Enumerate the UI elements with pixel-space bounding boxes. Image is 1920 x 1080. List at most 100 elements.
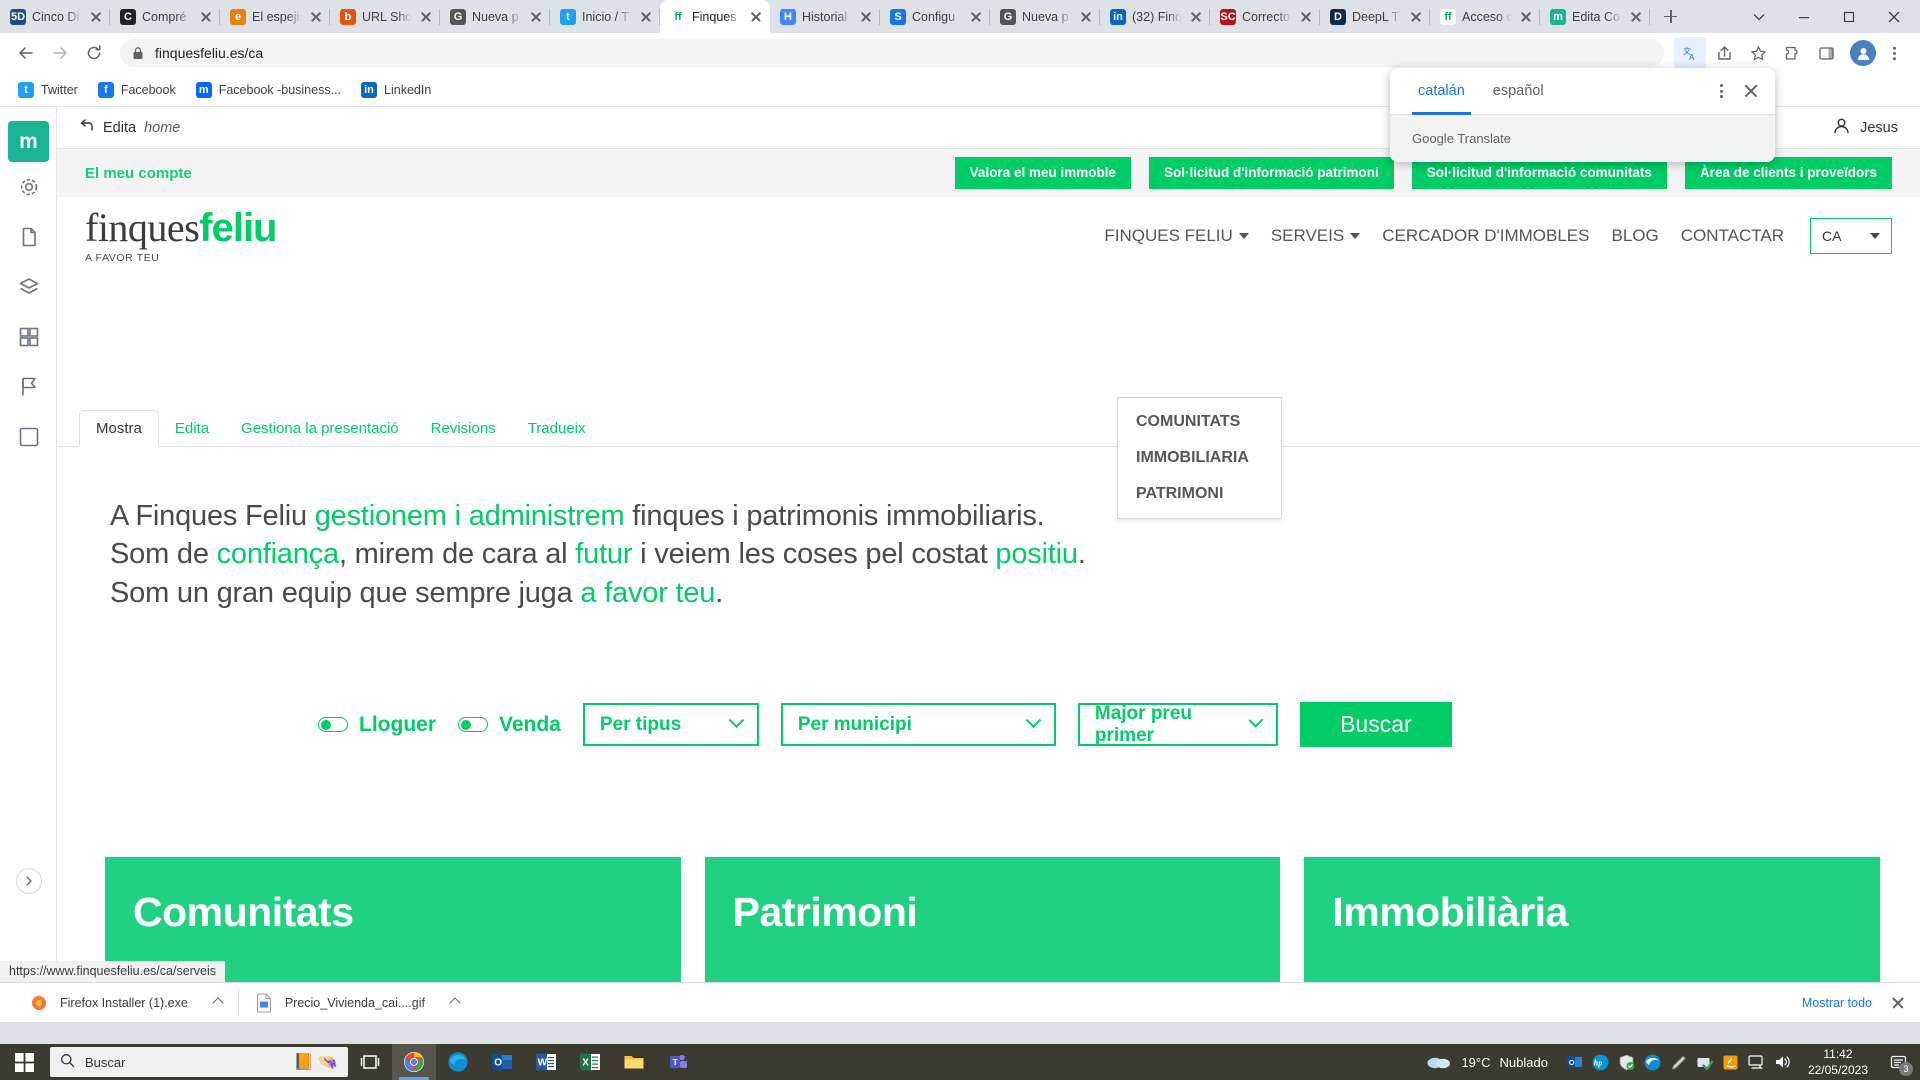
tab-close-button[interactable] [418, 9, 434, 25]
bookmark-item[interactable]: m Facebook -business... [188, 78, 349, 102]
new-tab-button[interactable] [1656, 2, 1684, 30]
menu-item-contactar[interactable]: CONTACTAR [1681, 226, 1784, 246]
shield-icon[interactable] [1614, 1044, 1640, 1080]
local-task-tradueix[interactable]: Tradueix [512, 411, 602, 446]
menu-item-blog[interactable]: BLOG [1611, 226, 1658, 246]
maximize-button[interactable] [1826, 1, 1871, 33]
translate-options-icon[interactable] [1711, 81, 1731, 101]
square-icon[interactable] [0, 412, 57, 462]
download-item-firefox[interactable]: Firefox Installer (1).exe [14, 983, 238, 1023]
bookmark-item[interactable]: in LinkedIn [353, 78, 439, 102]
notification-center-button[interactable]: 3 [1880, 1044, 1916, 1080]
local-task-revisions[interactable]: Revisions [415, 411, 512, 446]
local-task-edita[interactable]: Edita [159, 411, 225, 446]
browser-tab[interactable]: D DeepL T [1320, 0, 1430, 33]
extensions-icon[interactable] [1776, 37, 1808, 69]
select-municipi[interactable]: Per municipi [780, 703, 1056, 746]
edge-icon[interactable] [436, 1044, 480, 1080]
browser-tab[interactable]: SC Correcto [1210, 0, 1320, 33]
tab-close-button[interactable] [748, 9, 764, 25]
site-logo[interactable]: finquesfeliu A FAVOR TEU [85, 207, 335, 264]
gear-icon[interactable] [0, 162, 57, 212]
outlook-tray-icon[interactable]: O [1562, 1044, 1588, 1080]
java-icon[interactable] [1718, 1044, 1744, 1080]
menu-item-finques-feliu[interactable]: FINQUES FELIU [1104, 226, 1249, 246]
tab-close-button[interactable] [1628, 9, 1644, 25]
toggle-venda[interactable]: Venda [458, 713, 561, 737]
back-button[interactable] [10, 37, 42, 69]
toggle-switch-venda[interactable] [458, 717, 488, 732]
tab-close-button[interactable] [1188, 9, 1204, 25]
word-icon[interactable]: W [524, 1044, 568, 1080]
tab-close-button[interactable] [1518, 9, 1534, 25]
show-all-downloads-link[interactable]: Mostrar todo [1802, 996, 1872, 1010]
dropdown-item-comunitats[interactable]: COMUNITATS [1118, 404, 1281, 440]
edit-home-link[interactable]: Edita home [79, 118, 180, 138]
utility-button[interactable]: Valora el meu immoble [954, 157, 1131, 189]
sidepanel-icon[interactable] [1810, 37, 1842, 69]
browser-tab[interactable]: t Inicio / T [550, 0, 660, 33]
task-view-icon[interactable] [348, 1044, 392, 1080]
excel-icon[interactable]: X [568, 1044, 612, 1080]
my-account-link[interactable]: El meu compte [85, 165, 192, 182]
language-selector[interactable]: CA [1810, 218, 1892, 254]
service-card-immobiliria[interactable]: Immobiliària [1304, 857, 1881, 982]
toggle-lloguer[interactable]: Lloguer [318, 713, 436, 737]
file-icon[interactable] [0, 212, 57, 262]
browser-tab[interactable]: ff Acceso c [1430, 0, 1540, 33]
browser-tab[interactable]: C Compré [110, 0, 220, 33]
browser-tab[interactable]: m Edita Co [1540, 0, 1650, 33]
browser-tab[interactable]: ff Finques [660, 0, 770, 33]
grid-icon[interactable] [0, 312, 57, 362]
browser-tab[interactable]: in (32) Finq [1100, 0, 1210, 33]
explorer-icon[interactable] [612, 1044, 656, 1080]
search-button[interactable]: Buscar [1299, 702, 1452, 747]
close-download-shelf-icon[interactable] [1890, 995, 1906, 1011]
tab-close-button[interactable] [858, 9, 874, 25]
chrome-menu-button[interactable] [1878, 37, 1910, 69]
download-item-image[interactable]: Precio_Vivienda_cai....gif [239, 983, 475, 1023]
translate-tab-espanol[interactable]: español [1479, 68, 1558, 115]
forward-button[interactable] [44, 37, 76, 69]
checkmark-icon[interactable] [1692, 1044, 1718, 1080]
browser-tab[interactable]: S Configu [880, 0, 990, 33]
browser-tab[interactable]: b URL Sho [330, 0, 440, 33]
tab-search-button[interactable] [1736, 1, 1781, 33]
browser-tab[interactable]: e El espejis [220, 0, 330, 33]
chrome-icon[interactable] [392, 1044, 436, 1080]
dropdown-item-patrimoni[interactable]: PATRIMONI [1118, 476, 1281, 512]
tab-close-button[interactable] [1298, 9, 1314, 25]
bookmark-item[interactable]: f Facebook [90, 78, 184, 102]
tab-close-button[interactable] [638, 9, 654, 25]
translate-tab-catalan[interactable]: catalán [1404, 68, 1479, 115]
minimize-button[interactable] [1781, 1, 1826, 33]
dropdown-item-immobiliaria[interactable]: IMMOBILIARIA [1118, 440, 1281, 476]
menu-item-serveis[interactable]: SERVEIS [1271, 226, 1361, 246]
tab-close-button[interactable] [1408, 9, 1424, 25]
browser-tab[interactable]: 5D Cinco Di [0, 0, 110, 33]
network-icon[interactable] [1744, 1044, 1770, 1080]
select-ordre[interactable]: Major preu primer [1077, 703, 1278, 746]
local-task-mostra[interactable]: Mostra [79, 410, 159, 447]
admin-logo-icon[interactable]: m [8, 121, 49, 162]
outlook-icon[interactable]: O [480, 1044, 524, 1080]
reload-button[interactable] [78, 37, 110, 69]
local-task-gestiona-la-presentaci[interactable]: Gestiona la presentació [225, 411, 415, 446]
edge-tray-icon[interactable] [1640, 1044, 1666, 1080]
tab-close-button[interactable] [1078, 9, 1094, 25]
tab-close-button[interactable] [308, 9, 324, 25]
translate-icon[interactable]: 文A [1674, 37, 1706, 69]
browser-tab[interactable]: G Nueva p [440, 0, 550, 33]
bookmark-star-icon[interactable] [1742, 37, 1774, 69]
menu-item-cercador-d-immobles[interactable]: CERCADOR D'IMMOBLES [1382, 226, 1589, 246]
chevron-up-icon[interactable] [212, 996, 224, 1009]
start-button[interactable] [0, 1044, 48, 1080]
select-tipus[interactable]: Per tipus [582, 703, 759, 746]
taskbar-clock[interactable]: 11:42 22/05/2023 [1796, 1046, 1880, 1078]
layers-icon[interactable] [0, 262, 57, 312]
tab-close-button[interactable] [198, 9, 214, 25]
address-bar[interactable]: finquesfeliu.es/ca [120, 39, 1664, 67]
pen-icon[interactable] [1666, 1044, 1692, 1080]
flag-icon[interactable] [0, 362, 57, 412]
bookmark-item[interactable]: t Twitter [10, 78, 86, 102]
